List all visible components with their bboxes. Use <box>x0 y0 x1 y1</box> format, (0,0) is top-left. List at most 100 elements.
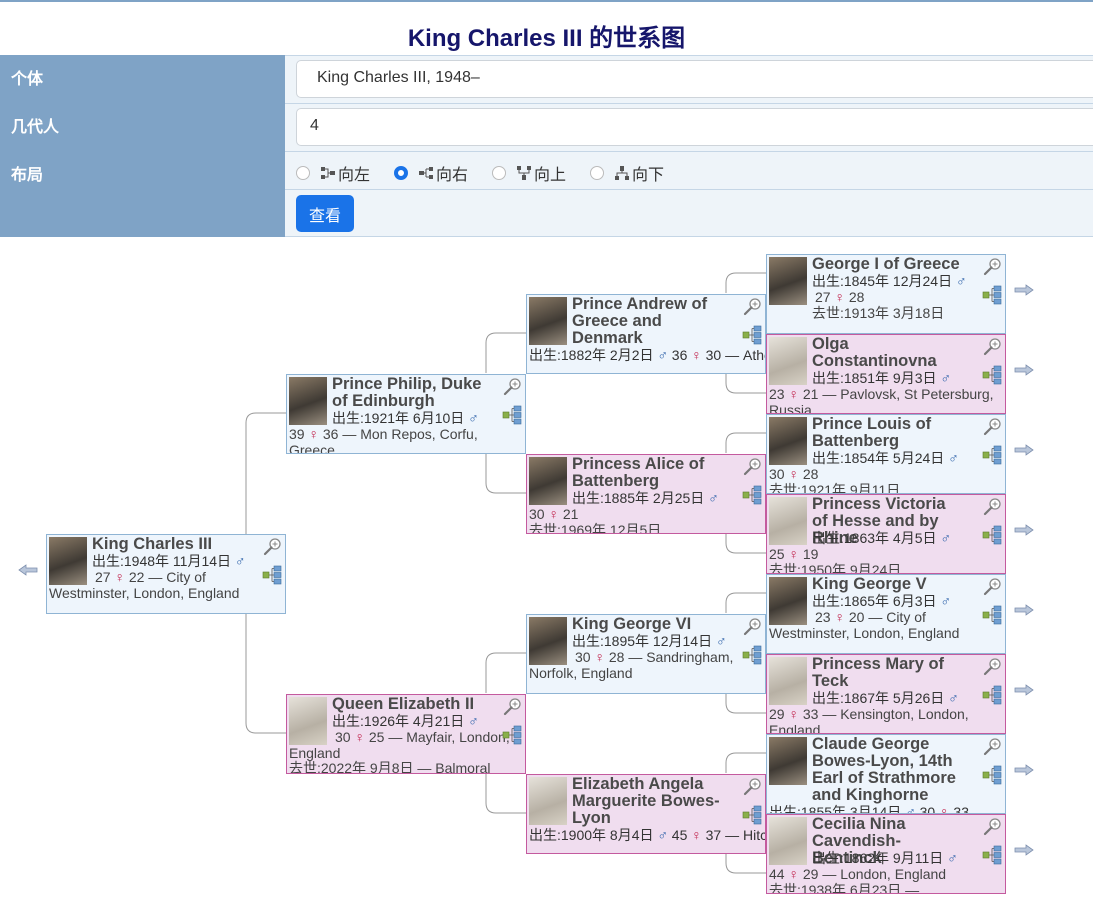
person-card[interactable]: Elizabeth Angela Marguerite Bowes-Lyon 出生… <box>526 774 766 854</box>
person-birth-text: 出生:1863年 4月5日 <box>812 530 937 546</box>
person-card[interactable]: Olga Constantinovna 出生:1851年 9月3日 ♂ 23 ♀ 2… <box>766 334 1006 414</box>
family-tree-icon[interactable] <box>982 445 1002 465</box>
person-details: 30 ♀ 28 — Sandringham, Norfolk, England <box>529 649 734 681</box>
person-name[interactable]: Elizabeth Angela Marguerite Bowes-Lyon <box>572 776 723 827</box>
family-tree-icon[interactable] <box>742 645 762 665</box>
zoom-icon[interactable] <box>262 537 282 557</box>
family-tree-icon[interactable] <box>982 845 1002 865</box>
zoom-icon[interactable] <box>982 337 1002 357</box>
person-card[interactable]: Queen Elizabeth II 出生:1926年 4月21日 ♂ 30 ♀ 2… <box>286 694 526 774</box>
zoom-icon[interactable] <box>742 457 762 477</box>
person-details: 30 ♀ 21 <box>529 506 579 522</box>
person-birth-text: 出生:1862年 9月11日 <box>812 850 944 866</box>
male-symbol-icon: ♂ <box>231 553 246 569</box>
person-name[interactable]: Prince Andrew of Greece and Denmark <box>572 296 723 347</box>
person-name[interactable]: King George V <box>812 576 963 593</box>
family-tree-icon[interactable] <box>502 725 522 745</box>
male-symbol-icon: ♂ <box>944 450 959 466</box>
continue-arrow-icon[interactable] <box>1014 844 1034 856</box>
person-card[interactable]: King George V 出生:1865年 6月3日 ♂ 23 ♀ 20 — Ci… <box>766 574 1006 654</box>
zoom-icon[interactable] <box>982 417 1002 437</box>
continue-arrow-icon[interactable] <box>1014 524 1034 536</box>
male-symbol-icon: ♂ <box>464 713 479 729</box>
male-symbol-icon: ♂ <box>704 490 719 506</box>
continue-arrow-icon[interactable] <box>1014 284 1034 296</box>
person-death: 去世:1950年 9月24日 <box>769 562 902 574</box>
person-card[interactable]: Prince Philip, Duke of Edinburgh 出生:1921年… <box>286 374 526 454</box>
family-tree-icon[interactable] <box>982 605 1002 625</box>
continue-arrow-icon[interactable] <box>1014 364 1034 376</box>
continue-arrow-icon[interactable] <box>1014 604 1034 616</box>
person-details-text: ♂ 36 ♀ 30 — Athens, Greece <box>657 347 765 363</box>
person-details: 27 ♀ 28 <box>815 289 865 305</box>
person-name[interactable]: Olga Constantinovna <box>812 336 963 370</box>
person-card[interactable]: Prince Louis of Battenberg 出生:1854年 5月24日… <box>766 414 1006 494</box>
person-details: 23 ♀ 20 — City of Westminster, London, E… <box>769 609 960 641</box>
family-tree-icon[interactable] <box>742 805 762 825</box>
family-tree-icon[interactable] <box>262 565 282 585</box>
person-card[interactable]: Princess Victoria of Hesse and by Rhine 出… <box>766 494 1006 574</box>
person-card[interactable]: Claude George Bowes-Lyon, 14th Earl of S… <box>766 734 1006 814</box>
family-tree-icon[interactable] <box>982 685 1002 705</box>
person-name[interactable]: Prince Philip, Duke of Edinburgh <box>332 376 483 410</box>
family-tree-icon[interactable] <box>742 325 762 345</box>
person-name[interactable]: King George VI <box>572 616 723 633</box>
person-card[interactable]: King Charles III 出生:1948年 11月14日 ♂ 27 ♀ 22… <box>46 534 286 614</box>
person-photo <box>529 457 567 505</box>
family-tree-icon[interactable] <box>982 365 1002 385</box>
person-details: 23 ♀ 21 — Pavlovsk, St Petersburg, Russi… <box>769 386 994 414</box>
zoom-icon[interactable] <box>502 377 522 397</box>
person-card[interactable]: Prince Andrew of Greece and Denmark 出生:18… <box>526 294 766 374</box>
person-death: 去世:1938年 6月23日 — <box>769 882 920 894</box>
male-symbol-icon: ♂ <box>936 370 951 386</box>
zoom-icon[interactable] <box>742 777 762 797</box>
person-birth-text: 出生:1845年 12月24日 <box>812 273 953 289</box>
person-name[interactable]: George I of Greece <box>812 256 963 273</box>
person-card[interactable]: Princess Alice of Battenberg 出生:1885年 2月2… <box>526 454 766 534</box>
family-tree-icon[interactable] <box>742 485 762 505</box>
person-birth: 出生:1885年 2月25日 ♂ <box>572 490 719 506</box>
zoom-icon[interactable] <box>982 497 1002 517</box>
person-card[interactable]: Cecilia Nina Cavendish-Bentinck 出生:1862年 … <box>766 814 1006 894</box>
person-name[interactable]: Princess Alice of Battenberg <box>572 456 723 490</box>
zoom-icon[interactable] <box>742 617 762 637</box>
person-card[interactable]: George I of Greece 出生:1845年 12月24日 ♂ 27 ♀ … <box>766 254 1006 334</box>
person-birth: 出生:1926年 4月21日 ♂ <box>332 713 479 729</box>
person-birth-text: 出生:1851年 9月3日 <box>812 370 937 386</box>
continue-arrow-icon[interactable] <box>1014 684 1034 696</box>
person-death: 去世:1921年 9月11日 <box>769 482 901 494</box>
zoom-icon[interactable] <box>982 657 1002 677</box>
person-birth: 出生:1851年 9月3日 ♂ <box>812 370 951 386</box>
person-birth: 出生:1900年 8月4日 ♂ 45 ♀ 37 — Hitchin, Hertf… <box>529 827 765 843</box>
male-symbol-icon: ♂ <box>464 410 479 426</box>
person-birth: 出生:1863年 4月5日 ♂ <box>812 530 951 546</box>
navigate-back-arrow-icon[interactable] <box>18 564 38 576</box>
zoom-icon[interactable] <box>742 297 762 317</box>
zoom-icon[interactable] <box>982 817 1002 837</box>
zoom-icon[interactable] <box>502 697 522 717</box>
person-birth-text: 出生:1948年 11月14日 <box>92 553 232 569</box>
person-name[interactable]: Princess Mary of Teck <box>812 656 963 690</box>
person-photo <box>529 297 567 345</box>
person-photo <box>769 817 807 865</box>
family-tree-icon[interactable] <box>982 285 1002 305</box>
family-tree-icon[interactable] <box>502 405 522 425</box>
zoom-icon[interactable] <box>982 577 1002 597</box>
continue-arrow-icon[interactable] <box>1014 444 1034 456</box>
person-name[interactable]: Prince Louis of Battenberg <box>812 416 963 450</box>
person-name[interactable]: Queen Elizabeth II <box>332 696 483 713</box>
zoom-icon[interactable] <box>982 737 1002 757</box>
person-card[interactable]: King George VI 出生:1895年 12月14日 ♂ 30 ♀ 28 —… <box>526 614 766 694</box>
person-name[interactable]: King Charles III <box>92 536 243 553</box>
continue-arrow-icon[interactable] <box>1014 764 1034 776</box>
person-details: 27 ♀ 22 — City of Westminster, London, E… <box>49 569 240 601</box>
family-tree-icon[interactable] <box>982 525 1002 545</box>
person-name[interactable]: Claude George Bowes-Lyon, 14th Earl of S… <box>812 736 963 804</box>
zoom-icon[interactable] <box>982 257 1002 277</box>
male-symbol-icon: ♂ <box>944 690 959 706</box>
family-tree-icon[interactable] <box>982 765 1002 785</box>
person-card[interactable]: Princess Mary of Teck 出生:1867年 5月26日 ♂ 29 … <box>766 654 1006 734</box>
male-symbol-icon: ♂ <box>952 273 967 289</box>
person-birth: 出生:1845年 12月24日 ♂ <box>812 273 966 289</box>
person-photo <box>769 737 807 785</box>
